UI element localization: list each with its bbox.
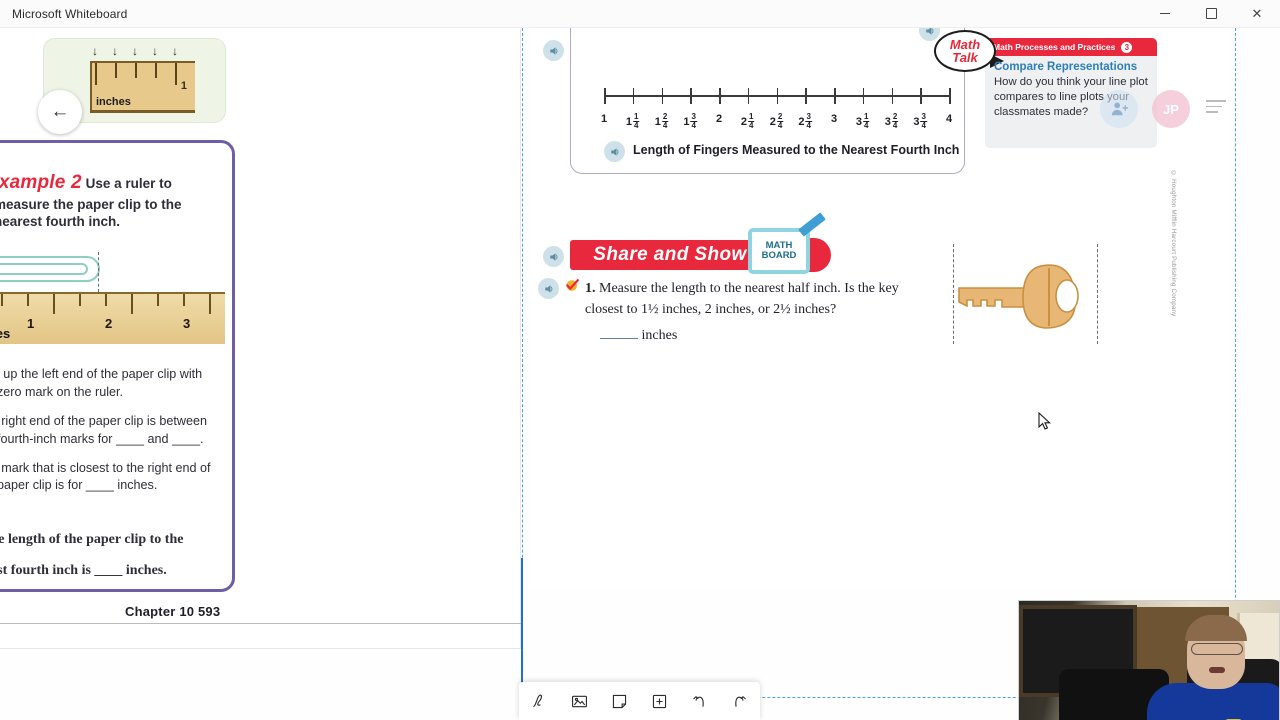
window-controls: ✕ [1142,0,1280,28]
page-divider [0,623,521,624]
minimize-button[interactable] [1142,0,1188,28]
tick-label: 1 [600,113,608,125]
math-processes-header: Math Processes and Practices 3 [985,38,1157,56]
close-button[interactable]: ✕ [1234,0,1280,28]
redo-tool-icon[interactable] [725,686,755,716]
copyright-text: © Houghton Mifflin Harcourt Publishing C… [1170,170,1177,317]
example2-conclusion: So, the length of the paper clip to the … [0,532,184,578]
tick-label: 4 [945,113,953,125]
question-1-text: 1. Measure the length to the nearest hal… [585,281,899,317]
mini-ruler-label-1: 1 [180,80,187,92]
question-1-answer[interactable]: inches [600,328,677,344]
tick-label: 2 [715,113,723,125]
whiteboard-canvas[interactable]: to two equal parts. The fourth-inch vide… [0,28,1280,720]
add-collaborator-button[interactable] [1100,90,1138,128]
add-tool-icon[interactable] [645,686,675,716]
line-plot-caption: Length of Fingers Measured to the Neares… [633,143,960,157]
tick-label: 334 [913,112,927,130]
mini-ruler-graphic: 1 inches [90,61,195,113]
number-line-axis [604,88,951,104]
math-talk-bubble: Math Talk [934,30,996,72]
list-item: Line up the left end of the paper clip w… [0,366,222,402]
ruler2-unit: inches [0,326,11,341]
line-plot-panel[interactable]: 1 114 124 134 2 214 224 234 3 314 324 33… [570,28,965,174]
speaker-icon[interactable] [543,246,564,267]
tick-label: 214 [740,112,755,130]
back-button[interactable]: ← [38,90,82,134]
collaborator-avatar[interactable]: JP [1152,90,1190,128]
speaker-icon[interactable] [538,278,559,299]
app-title: Microsoft Whiteboard [12,6,128,21]
window-titlebar: Microsoft Whiteboard ✕ [0,0,1280,28]
pen-graphic [798,212,826,237]
tick-arrows: ↓ ↓ ↓ ↓ ↓ [92,44,178,58]
share-and-show-banner: Share and Show [570,240,770,270]
practice-badge: 3 [1121,41,1133,53]
key-graphic [945,244,1105,344]
tick-label: 124 [654,112,669,130]
maximize-button[interactable] [1188,0,1234,28]
answer-blank[interactable] [600,338,638,339]
tick-label: 314 [855,112,870,130]
note-tool-icon[interactable] [604,686,634,716]
paper-clip-graphic [0,256,100,282]
page-footer: Chapter 10 593 [125,604,221,619]
speaker-icon[interactable] [543,40,564,61]
math-board-badge: MATH BOARD [748,228,810,274]
key-image [958,264,1079,329]
image-tool-icon[interactable] [564,686,594,716]
mouse-cursor [1038,412,1051,430]
tick-label: 224 [769,112,784,130]
more-menu-icon[interactable] [1206,96,1240,122]
ruler-graphic-example2: 1 2 3 inches [0,292,225,344]
tick-label: 134 [683,112,697,130]
add-person-icon [1111,102,1128,116]
mini-ruler-unit: inches [96,96,131,108]
paperclip-right-guide [98,252,99,292]
tick-label: 234 [798,112,812,130]
pen-tool-icon[interactable] [524,686,554,716]
whiteboard-toolbar[interactable] [519,682,760,720]
tick-label: 114 [625,112,640,130]
tick-label: 324 [884,112,899,130]
tick-label: 3 [830,113,838,125]
math-talk-title: Compare Representations [994,61,1138,73]
list-item: The right end of the paper clip is betwe… [0,413,222,449]
list-item: The mark that is closest to the right en… [0,460,222,496]
undo-tool-icon[interactable] [685,686,715,716]
example2-heading: Example 2 Use a ruler to measure the pap… [0,172,182,230]
webcam-video[interactable] [1018,600,1280,720]
example2-bullets: Line up the left end of the paper clip w… [0,366,222,506]
checkmark-icon [566,279,579,291]
speaker-icon[interactable] [604,141,625,162]
